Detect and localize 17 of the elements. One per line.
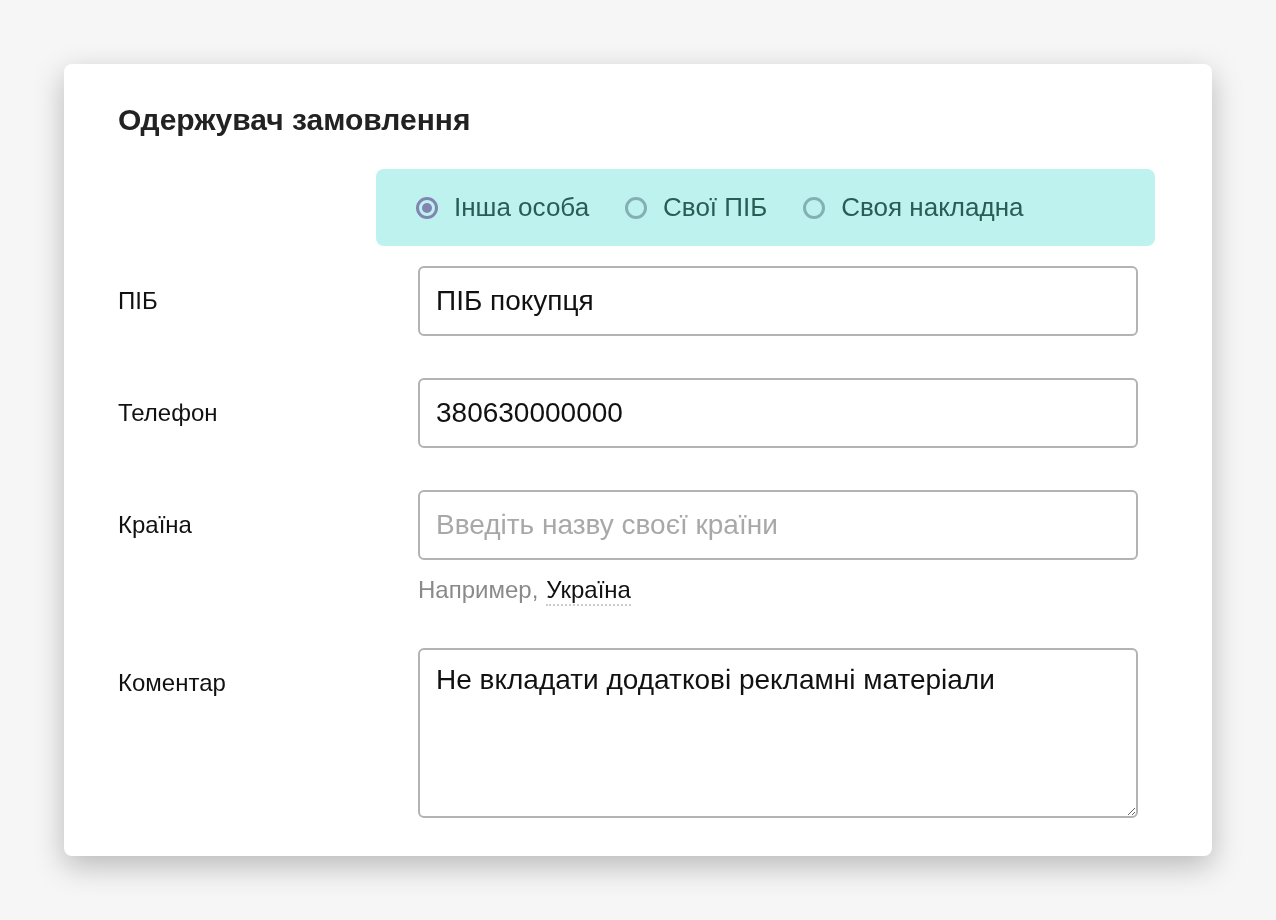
field-label: Коментар (118, 668, 227, 698)
input-field[interactable]: 380630000000 (418, 378, 1138, 448)
radio-label[interactable]: Своя накладна (841, 192, 1024, 223)
radio-button[interactable] (625, 196, 648, 219)
radio-button[interactable] (416, 196, 438, 219)
input-field[interactable]: ПІБ покупця (418, 266, 1138, 336)
section-title: Одержувач замовлення (118, 102, 472, 138)
input-field[interactable]: Введіть назву своєї країни (418, 490, 1138, 560)
radio-label[interactable]: Інша особа (454, 192, 590, 223)
hint-text: Например, (418, 576, 539, 605)
comment-field[interactable]: Не вкладати додаткові рекламні матеріали (418, 648, 1138, 818)
field-label: Телефон (118, 398, 219, 428)
field-label: Країна (118, 510, 193, 540)
radio-label[interactable]: Свої ПІБ (663, 192, 768, 223)
field-label: ПІБ (118, 286, 159, 316)
radio-button[interactable] (803, 196, 826, 219)
example-link[interactable]: Україна (546, 576, 631, 606)
